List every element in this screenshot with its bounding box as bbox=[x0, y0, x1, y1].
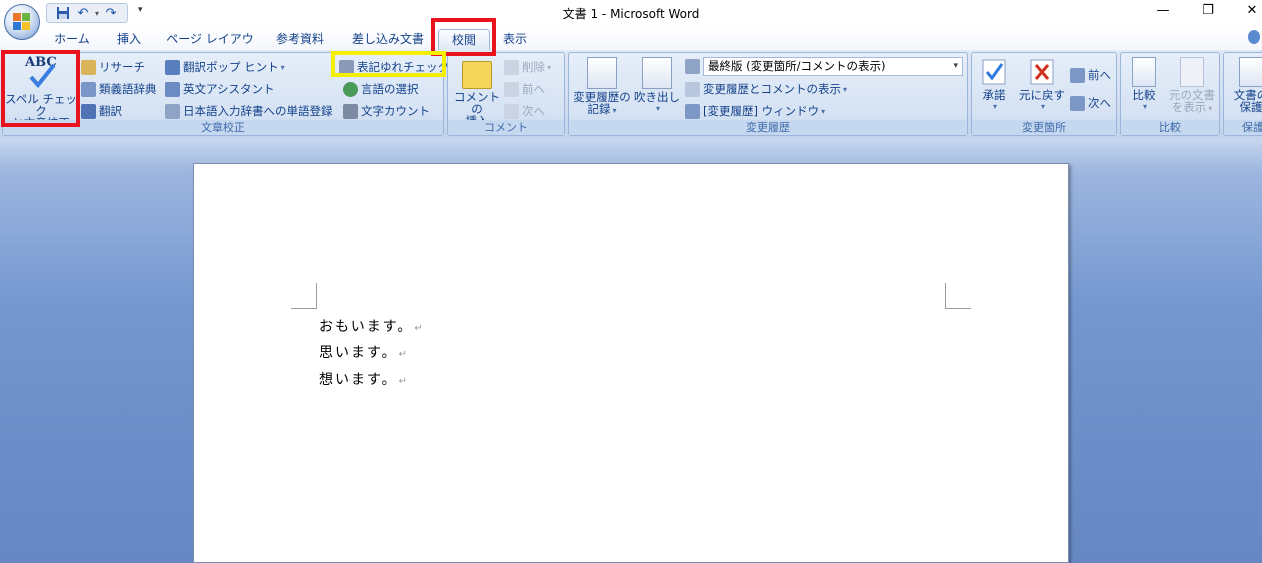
tab-view[interactable]: 表示 bbox=[496, 29, 534, 50]
group-label-protect: 保護 bbox=[1224, 120, 1262, 135]
restore-button[interactable]: ❐ bbox=[1188, 3, 1228, 23]
previous-comment-button[interactable]: 前へ bbox=[504, 79, 545, 99]
help-icon[interactable] bbox=[1248, 30, 1260, 44]
insert-comment-button[interactable]: コメントの 挿入 bbox=[450, 61, 504, 127]
translate-tip-icon bbox=[165, 59, 180, 75]
tab-home[interactable]: ホーム bbox=[48, 29, 96, 50]
document-line-2[interactable]: 思います。↵ bbox=[319, 342, 409, 362]
compare-button[interactable]: 比較 ▾ bbox=[1125, 57, 1163, 113]
close-button[interactable]: ✕ bbox=[1232, 3, 1262, 23]
track-changes-button[interactable]: 変更履歴の 記録 ▾ bbox=[571, 57, 633, 117]
translate-popup-hint-button[interactable]: 翻訳ポップ ヒント ▾ bbox=[165, 57, 285, 77]
balloons-icon bbox=[642, 57, 672, 89]
spell-check-button[interactable]: ABC スペル チェック と文章校正 bbox=[4, 55, 78, 129]
word-count-button[interactable]: 文字カウント bbox=[343, 101, 430, 121]
document-line-1[interactable]: おもいます。↵ bbox=[319, 316, 425, 336]
ribbon-tabs: ホーム 挿入 ページ レイアウト 参考資料 差し込み文書 校閲 表示 bbox=[0, 27, 1262, 67]
research-icon bbox=[81, 59, 96, 75]
word-count-icon bbox=[343, 103, 358, 119]
group-comments: コメントの 挿入 削除▾ 前へ 次へ コメント bbox=[447, 52, 565, 136]
balloons-button[interactable]: 吹き出し ▾ bbox=[633, 57, 681, 115]
margin-corner-top-left bbox=[291, 283, 317, 309]
next-comment-button[interactable]: 次へ bbox=[504, 101, 545, 121]
previous-change-button[interactable]: 前へ bbox=[1070, 65, 1111, 85]
notation-check-icon bbox=[339, 59, 354, 75]
previous-comment-icon bbox=[504, 81, 519, 97]
reviewing-pane-button[interactable]: [変更履歴] ウィンドウ ▾ bbox=[685, 101, 825, 121]
english-assistant-button[interactable]: 英文アシスタント bbox=[165, 79, 275, 99]
translate-icon bbox=[81, 103, 96, 119]
track-changes-icon bbox=[587, 57, 617, 89]
office-logo-icon bbox=[13, 13, 31, 31]
delete-comment-icon bbox=[504, 59, 519, 75]
globe-icon bbox=[343, 81, 358, 97]
tab-page-layout[interactable]: ページ レイアウト bbox=[162, 29, 258, 67]
show-source-button[interactable]: 元の文書 を表示 ▾ bbox=[1165, 57, 1219, 115]
compare-icon bbox=[1132, 57, 1156, 87]
paragraph-mark-icon: ↵ bbox=[414, 323, 425, 334]
group-label-compare: 比較 bbox=[1121, 120, 1219, 135]
group-tracking: 変更履歴の 記録 ▾ 吹き出し ▾ 最終版 (変更箇所/コメントの表示) ▾ 変更… bbox=[568, 52, 968, 136]
english-assistant-icon bbox=[165, 81, 180, 97]
next-comment-icon bbox=[504, 103, 519, 119]
group-label-changes: 変更箇所 bbox=[972, 120, 1116, 135]
thesaurus-icon bbox=[81, 81, 96, 97]
group-label-comments: コメント bbox=[448, 120, 564, 135]
protect-document-icon bbox=[1239, 57, 1262, 87]
comment-icon bbox=[462, 61, 492, 89]
next-change-icon bbox=[1070, 95, 1085, 111]
translate-button[interactable]: 翻訳 bbox=[81, 101, 122, 121]
protect-document-button[interactable]: 文書の 保護 bbox=[1226, 57, 1262, 113]
paragraph-mark-icon: ↵ bbox=[398, 376, 409, 387]
tab-references[interactable]: 参考資料 bbox=[268, 29, 332, 50]
ime-register-icon bbox=[165, 103, 180, 119]
minimize-button[interactable]: — bbox=[1143, 3, 1183, 23]
spell-check-icon: ABC bbox=[21, 55, 61, 91]
previous-change-icon bbox=[1070, 67, 1085, 83]
title-bar: ↶ ▾ ↷ ▾ 文書 1 - Microsoft Word — ❐ ✕ bbox=[0, 0, 1262, 27]
reject-icon bbox=[1028, 57, 1056, 87]
show-markup-icon bbox=[685, 81, 700, 97]
show-source-icon bbox=[1180, 57, 1204, 87]
tab-mailings[interactable]: 差し込み文書 bbox=[345, 29, 431, 50]
document-line-3[interactable]: 想います。↵ bbox=[319, 369, 409, 389]
tab-review[interactable]: 校閲 bbox=[438, 29, 490, 50]
group-changes: 承諾 ▾ 元に戻す ▾ 前へ 次へ 変更箇所 bbox=[971, 52, 1117, 136]
margin-corner-top-right bbox=[945, 283, 971, 309]
window-title: 文書 1 - Microsoft Word bbox=[562, 7, 700, 21]
office-button[interactable] bbox=[4, 4, 40, 40]
ime-register-button[interactable]: 日本語入力辞書への単語登録 bbox=[165, 101, 333, 121]
notation-check-button[interactable]: 表記ゆれチェック bbox=[339, 57, 449, 77]
next-change-button[interactable]: 次へ bbox=[1070, 93, 1111, 113]
reject-button[interactable]: 元に戻す ▾ bbox=[1016, 57, 1068, 113]
language-select-button[interactable]: 言語の選択 bbox=[343, 79, 419, 99]
group-label-proofing: 文章校正 bbox=[3, 120, 443, 135]
dropdown-arrow-icon: ▾ bbox=[953, 61, 958, 71]
tab-insert[interactable]: 挿入 bbox=[110, 29, 148, 50]
group-compare: 比較 ▾ 元の文書 を表示 ▾ 比較 bbox=[1120, 52, 1220, 136]
accept-button[interactable]: 承諾 ▾ bbox=[976, 57, 1012, 113]
delete-comment-button[interactable]: 削除 ▾ bbox=[504, 57, 551, 77]
reviewing-pane-icon bbox=[685, 103, 700, 119]
thesaurus-button[interactable]: 類義語辞典 bbox=[81, 79, 157, 99]
group-label-tracking: 変更履歴 bbox=[569, 120, 967, 135]
paragraph-mark-icon: ↵ bbox=[398, 349, 409, 360]
display-for-review-dropdown[interactable]: 最終版 (変更箇所/コメントの表示) ▾ bbox=[703, 57, 963, 76]
group-proofing: ABC スペル チェック と文章校正 リサーチ 類義語辞典 翻訳 翻訳ポップ ヒ… bbox=[2, 52, 449, 136]
show-markup-button[interactable]: 変更履歴とコメントの表示 ▾ bbox=[685, 79, 847, 99]
group-protect: 文書の 保護 保護 bbox=[1223, 52, 1262, 136]
accept-icon bbox=[980, 57, 1008, 87]
document-page[interactable] bbox=[193, 163, 1069, 563]
display-for-review-icon bbox=[685, 59, 700, 74]
research-button[interactable]: リサーチ bbox=[81, 57, 145, 77]
ribbon: ABC スペル チェック と文章校正 リサーチ 類義語辞典 翻訳 翻訳ポップ ヒ… bbox=[0, 50, 1262, 138]
